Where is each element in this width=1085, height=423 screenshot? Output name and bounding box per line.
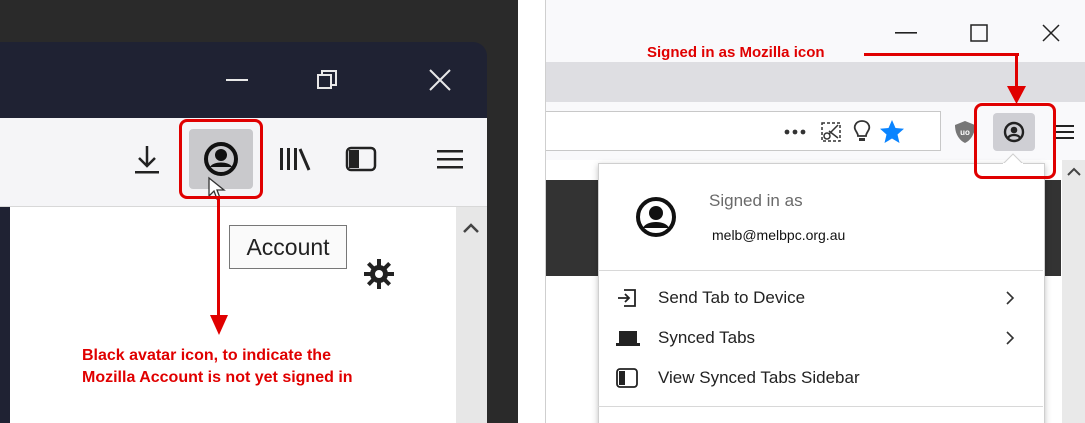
- tooltip-text: Account: [246, 233, 330, 260]
- sidebar-icon: [616, 368, 638, 388]
- restore-icon: [317, 70, 337, 89]
- left-scrollbar[interactable]: [456, 207, 487, 423]
- account-email[interactable]: melb@melbpc.org.au: [712, 227, 845, 243]
- menu-item-synced-tabs[interactable]: Synced Tabs: [598, 322, 1043, 354]
- menu-item-synced-tabs-sidebar[interactable]: View Synced Tabs Sidebar: [598, 362, 1043, 394]
- lightbulb-icon: [853, 120, 871, 141]
- downloads-button[interactable]: [122, 135, 172, 185]
- right-scrollbar[interactable]: [1062, 160, 1085, 423]
- menu-item-label: Synced Tabs: [658, 328, 756, 347]
- download-arrow-icon: [135, 146, 159, 174]
- send-tab-icon: [618, 289, 636, 307]
- hamburger-menu-icon: [1056, 125, 1074, 139]
- blue-star-icon: [880, 120, 904, 143]
- scroll-up-arrow-icon[interactable]: [1067, 167, 1081, 177]
- annotation-line-2: Mozilla Account is not yet signed in: [82, 369, 353, 386]
- minimize-button[interactable]: [212, 60, 262, 100]
- annotation-arrow-down: [210, 199, 228, 335]
- scroll-up-arrow-icon[interactable]: [462, 222, 480, 234]
- menu-separator: [598, 406, 1043, 407]
- account-button-highlight: [179, 119, 263, 199]
- close-icon: [429, 69, 451, 91]
- gear-icon[interactable]: [363, 258, 395, 290]
- dark-page-band-left: [546, 180, 598, 276]
- left-annotation: Black avatar icon, to indicate the Mozil…: [82, 345, 422, 389]
- left-screenshot-panel: Account Black avatar icon, to indicate t…: [0, 0, 518, 423]
- sidebar-icon: [345, 146, 377, 172]
- annotation-line-1: Black avatar icon, to indicate the: [82, 347, 331, 364]
- account-tooltip: Account: [229, 225, 347, 269]
- maximize-icon: [970, 24, 988, 42]
- signed-in-avatar-icon: [636, 197, 676, 237]
- signed-in-label: Signed in as: [709, 191, 803, 210]
- minimize-icon: [226, 79, 248, 81]
- annotation-arrow: [864, 53, 1026, 104]
- close-button[interactable]: [415, 60, 465, 100]
- menu-separator: [598, 270, 1043, 271]
- bookmark-star-button[interactable]: [876, 116, 908, 148]
- chevron-right-icon: [1006, 291, 1015, 305]
- screenshot-button[interactable]: [816, 118, 846, 146]
- sidebar-button[interactable]: [336, 136, 386, 182]
- library-icon: [280, 148, 311, 171]
- right-screenshot-panel: uo Signed in as melb@melbpc.org.au Send …: [545, 0, 1085, 423]
- page-actions-button[interactable]: [780, 118, 810, 146]
- screenshot-scissors-icon: [821, 122, 841, 142]
- hamburger-menu-icon: [437, 150, 463, 169]
- minimize-icon: [895, 32, 917, 34]
- svg-text:uo: uo: [960, 128, 970, 137]
- restore-button[interactable]: [302, 60, 352, 100]
- menu-button[interactable]: [425, 136, 475, 182]
- more-dots-icon: [784, 129, 806, 135]
- menu-item-label: Send Tab to Device: [658, 288, 806, 307]
- menu-item-send-tab[interactable]: Send Tab to Device: [598, 282, 1043, 314]
- menu-item-label: View Synced Tabs Sidebar: [658, 368, 860, 387]
- account-button-highlight: [974, 103, 1056, 179]
- laptop-icon: [616, 331, 640, 346]
- right-annotation: Signed in as Mozilla icon: [647, 44, 825, 61]
- close-icon: [1042, 24, 1060, 42]
- lightbulb-button[interactable]: [848, 118, 876, 146]
- chevron-right-icon: [1006, 331, 1015, 345]
- library-button[interactable]: [270, 136, 320, 182]
- ublock-shield-icon: uo: [955, 121, 975, 143]
